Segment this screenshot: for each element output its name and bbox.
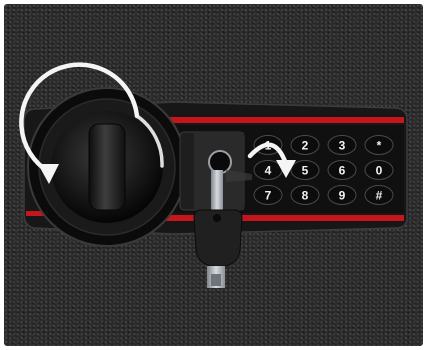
- safe-photo: 1 2 3 * 4 5 6 0 7 8 9 #: [4, 4, 423, 346]
- safe-lock-illustration: 1 2 3 *4 5 6 07 8 9 #: [19, 62, 408, 288]
- keypad-key-0[interactable]: 0: [364, 160, 394, 180]
- keypad-key-4[interactable]: 4: [253, 160, 283, 180]
- handle-grip[interactable]: [88, 123, 126, 211]
- keypad-key-2[interactable]: 2: [290, 135, 320, 155]
- keypad-key-label: 4: [265, 164, 272, 178]
- keypad-key-label: 9: [339, 189, 346, 203]
- keypad-key-3[interactable]: 3: [327, 135, 357, 155]
- keypad-key-label: 8: [302, 189, 309, 203]
- keypad-key-label: 5: [302, 164, 309, 178]
- keypad-key-label: 7: [265, 189, 272, 203]
- keypad-key-label: 3: [339, 139, 346, 153]
- keypad-key-9[interactable]: 9: [327, 185, 357, 205]
- keypad-key-label: 2: [302, 139, 309, 153]
- keyhole[interactable]: [208, 150, 232, 174]
- keypad-key-5[interactable]: 5: [290, 160, 320, 180]
- red-stripe-top: [164, 117, 404, 123]
- rotary-handle[interactable]: [19, 62, 187, 247]
- keypad-key-8[interactable]: 8: [290, 185, 320, 205]
- keypad-key-label: 0: [376, 164, 383, 178]
- keypad-key-hash[interactable]: #: [364, 185, 394, 205]
- keypad-key-7[interactable]: 7: [253, 185, 283, 205]
- keypad-key-star[interactable]: *: [364, 135, 394, 155]
- keypad-key-label: *: [377, 139, 382, 153]
- keypad-key-6[interactable]: 6: [327, 160, 357, 180]
- keypad-key-label: 6: [339, 164, 346, 178]
- keypad-key-label: #: [376, 189, 383, 203]
